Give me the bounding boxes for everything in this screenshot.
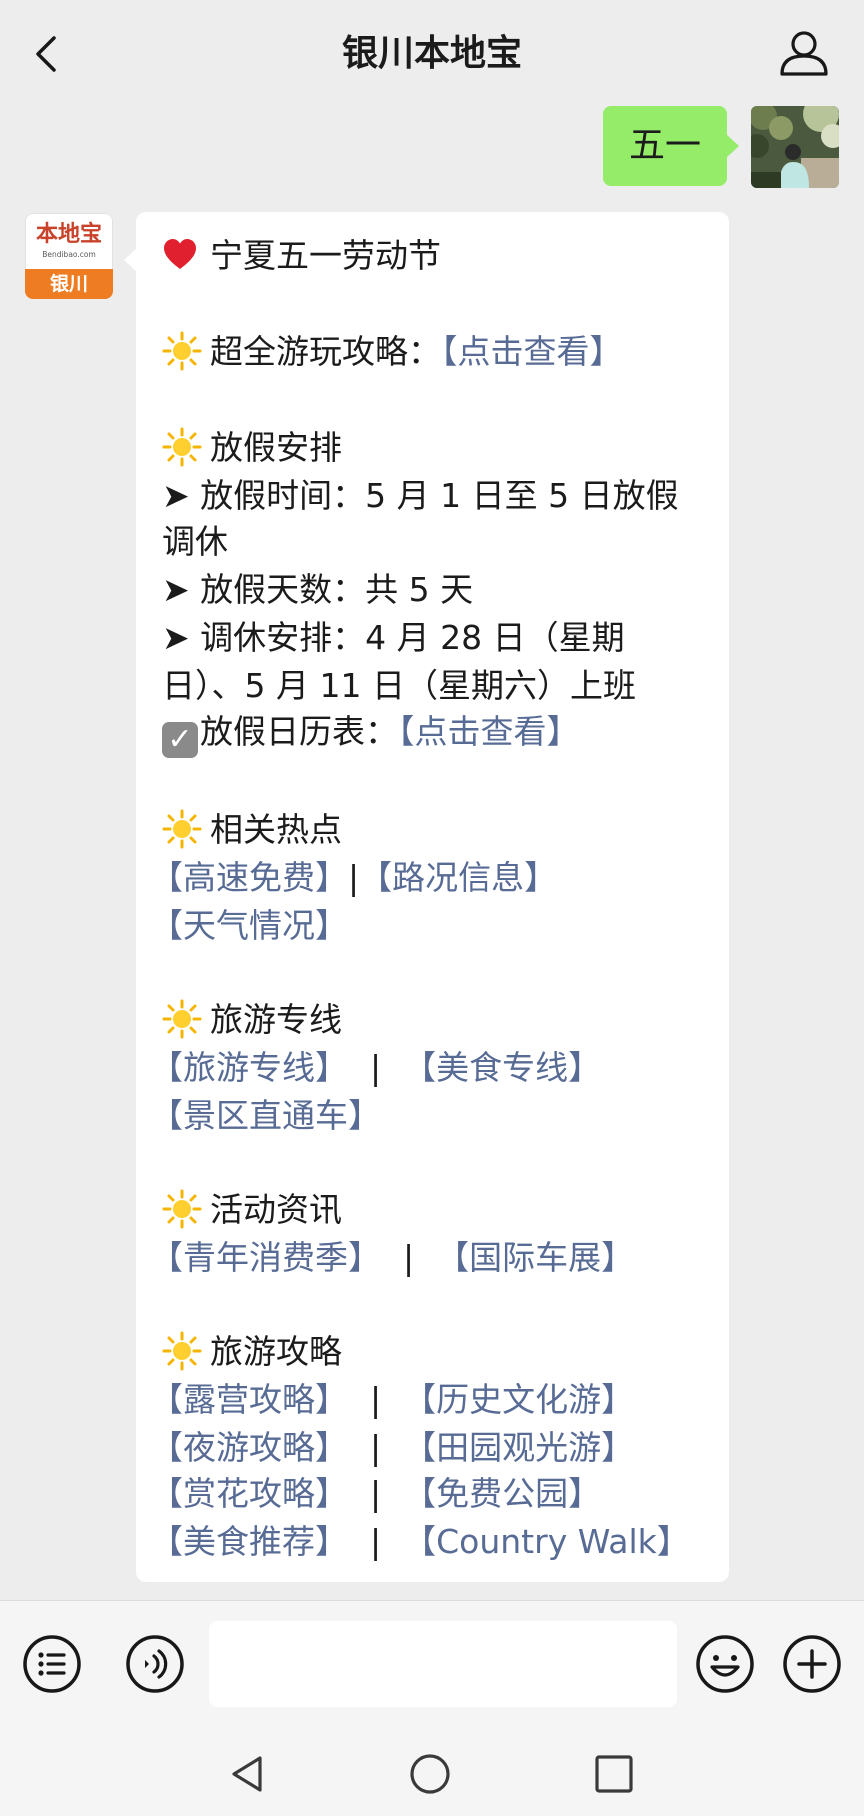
hot-section-label: 相关热点: [210, 810, 342, 849]
message-input[interactable]: [209, 1621, 677, 1707]
travel-row: 【露营攻略】 | 【历史文化游】: [150, 1376, 729, 1424]
holiday-section-label: 放假安排: [210, 428, 342, 467]
holiday-section-title: 放假安排: [162, 424, 729, 472]
list-icon[interactable]: [21, 1633, 83, 1695]
highway-free-link[interactable]: 【高速免费】: [150, 858, 348, 897]
system-navigation-bar: [0, 1726, 864, 1816]
triangle-back-icon[interactable]: [226, 1752, 270, 1796]
bubble-tail: [726, 134, 739, 158]
guide-label: 超全游玩攻略：: [210, 332, 441, 371]
free-parks-link[interactable]: 【免费公园】: [403, 1474, 601, 1513]
event-section-title: 活动资讯: [162, 1186, 729, 1234]
headline-line: 宁夏五一劳动节: [162, 232, 729, 280]
holiday-time-line: ➤ 放假时间：5 月 1 日至 5 日放假: [162, 476, 679, 515]
calendar-line: ✓ 放假日历表：【点击查看】: [162, 708, 729, 758]
guide-link[interactable]: 【点击查看】: [441, 332, 623, 371]
youth-consumption-link[interactable]: 【青年消费季】: [150, 1238, 381, 1277]
scenic-bus-row: 【景区直通车】: [150, 1092, 729, 1140]
event-links-row: 【青年消费季】 | 【国际车展】: [150, 1234, 729, 1282]
user-icon[interactable]: [774, 24, 834, 84]
scenic-bus-link[interactable]: 【景区直通车】: [150, 1096, 381, 1135]
link-separator: |: [370, 1474, 382, 1513]
guide-line: 超全游玩攻略：【点击查看】: [162, 328, 729, 376]
chat-header: 银川本地宝: [0, 0, 864, 108]
calendar-label: 放假日历表：: [200, 712, 398, 751]
link-separator: |: [370, 1380, 382, 1419]
travel-section-label: 旅游攻略: [210, 1332, 342, 1371]
holiday-time-line-cont: 调休: [162, 522, 228, 561]
camping-guide-link[interactable]: 【露营攻略】: [150, 1380, 348, 1419]
sun-icon: [162, 427, 202, 467]
link-separator: |: [370, 1428, 382, 1467]
checkbox-icon: ✓: [162, 722, 198, 758]
travel-row: 【夜游攻略】 | 【田园观光游】: [150, 1424, 729, 1472]
link-separator: |: [403, 1238, 415, 1277]
link-separator: |: [370, 1522, 382, 1561]
logo-url: Bendibao.com: [42, 250, 96, 259]
flower-guide-link[interactable]: 【赏花攻略】: [150, 1474, 348, 1513]
workday-line: ➤ 调休安排：4 月 28 日（星期: [162, 618, 625, 657]
workday-line-cont: 日）、5 月 11 日（星期六）上班: [162, 666, 636, 705]
message-input-bar: [0, 1600, 864, 1727]
hot-section-title: 相关热点: [162, 806, 729, 854]
chat-title: 银川本地宝: [341, 33, 522, 74]
bubble-tail: [124, 248, 137, 272]
sun-icon: [162, 809, 202, 849]
food-recommend-link[interactable]: 【美食推荐】: [150, 1522, 348, 1561]
sun-icon: [162, 1189, 202, 1229]
link-separator: |: [348, 858, 360, 897]
official-account-avatar[interactable]: 本地宝 Bendibao.com 银川: [25, 213, 113, 299]
avatar-photo: [751, 106, 839, 188]
line-section-label: 旅游专线: [210, 1000, 342, 1039]
sun-icon: [162, 331, 202, 371]
headline: 宁夏五一劳动节: [210, 236, 441, 275]
outgoing-message-text: 五一: [628, 125, 701, 166]
countryside-tour-link[interactable]: 【田园观光游】: [403, 1428, 634, 1467]
food-line-link[interactable]: 【美食专线】: [403, 1048, 601, 1087]
road-info-link[interactable]: 【路况信息】: [359, 858, 557, 897]
plus-icon[interactable]: [781, 1633, 843, 1695]
travel-section-title: 旅游攻略: [162, 1328, 729, 1376]
sun-icon: [162, 1331, 202, 1371]
line-section-title: 旅游专线: [162, 996, 729, 1044]
voice-icon[interactable]: [124, 1633, 186, 1695]
square-recents-icon[interactable]: [592, 1752, 636, 1796]
event-section-label: 活动资讯: [210, 1190, 342, 1229]
incoming-message-bubble: 宁夏五一劳动节 超全游玩攻略：【点击查看】 放假安排 ➤ 放假时间：5 月 1 …: [124, 212, 729, 1582]
auto-show-link[interactable]: 【国际车展】: [436, 1238, 634, 1277]
night-tour-link[interactable]: 【夜游攻略】: [150, 1428, 348, 1467]
holiday-days-line: ➤ 放假天数：共 5 天: [162, 570, 474, 609]
sun-icon: [162, 999, 202, 1039]
history-culture-link[interactable]: 【历史文化游】: [403, 1380, 634, 1419]
hot-links-row: 【高速免费】|【路况信息】: [150, 854, 729, 902]
weather-row: 【天气情况】: [150, 902, 729, 950]
travel-row: 【赏花攻略】 | 【免费公园】: [150, 1470, 729, 1518]
outgoing-message-bubble[interactable]: 五一: [603, 106, 739, 186]
heart-icon: [164, 239, 196, 269]
weather-link[interactable]: 【天气情况】: [150, 906, 348, 945]
link-separator: |: [370, 1048, 382, 1087]
travel-row: 【美食推荐】 | 【Country Walk】: [150, 1518, 729, 1566]
tour-line-link[interactable]: 【旅游专线】: [150, 1048, 348, 1087]
my-avatar[interactable]: [751, 106, 839, 188]
emoji-icon[interactable]: [694, 1633, 756, 1695]
circle-home-icon[interactable]: [408, 1752, 452, 1796]
line-links-row: 【旅游专线】 | 【美食专线】: [150, 1044, 729, 1092]
calendar-link[interactable]: 【点击查看】: [398, 712, 580, 751]
logo-text: 本地宝: [35, 221, 102, 247]
country-walk-link[interactable]: 【Country Walk】: [403, 1522, 690, 1561]
logo-city: 银川: [25, 269, 113, 299]
